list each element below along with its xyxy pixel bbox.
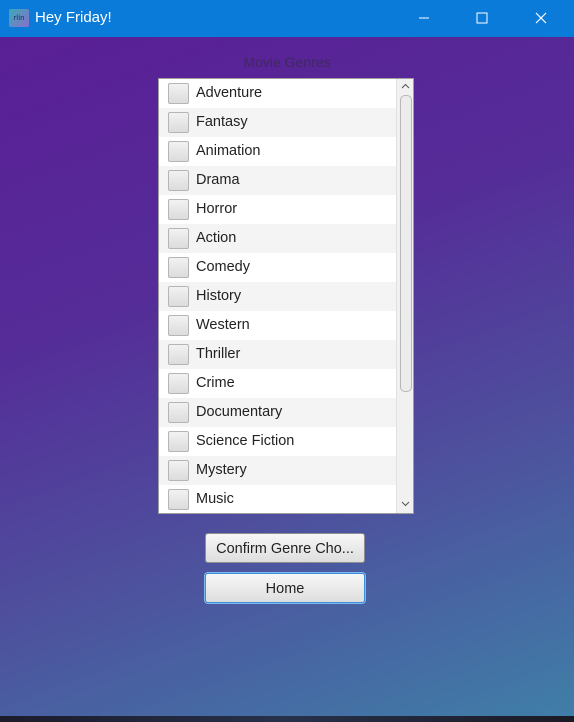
minimize-icon: [419, 17, 429, 19]
genre-row[interactable]: Animation: [159, 137, 396, 166]
genre-label: Fantasy: [196, 114, 248, 130]
window-title: Hey Friday!: [35, 9, 112, 26]
genre-list[interactable]: Adventure Fantasy Animation Drama Horror Acti…: [158, 78, 414, 514]
close-button[interactable]: [512, 0, 570, 37]
genre-row[interactable]: Drama: [159, 166, 396, 195]
genre-label: Drama: [196, 172, 240, 188]
vertical-scrollbar[interactable]: [396, 79, 413, 513]
genre-row[interactable]: Fantasy: [159, 108, 396, 137]
genre-checkbox[interactable]: [168, 402, 189, 423]
genre-label: Western: [196, 317, 250, 333]
genre-checkbox[interactable]: [168, 489, 189, 510]
genre-row[interactable]: History: [159, 282, 396, 311]
genre-row[interactable]: Mystery: [159, 456, 396, 485]
maximize-button[interactable]: [453, 0, 511, 37]
genre-checkbox[interactable]: [168, 460, 189, 481]
genre-label: History: [196, 288, 242, 304]
genre-row[interactable]: Action: [159, 224, 396, 253]
genre-row[interactable]: Adventure: [159, 79, 396, 108]
genre-checkbox[interactable]: [168, 344, 189, 365]
scroll-up-button[interactable]: [397, 80, 413, 94]
close-icon: [535, 12, 547, 24]
genre-checkbox[interactable]: [168, 141, 189, 162]
genre-checkbox[interactable]: [168, 286, 189, 307]
scroll-down-button[interactable]: [397, 498, 413, 512]
home-button[interactable]: Home: [205, 573, 365, 603]
chevron-down-icon: [401, 501, 410, 507]
genre-row[interactable]: Thriller: [159, 340, 396, 369]
genre-label: Comedy: [196, 259, 250, 275]
genre-checkbox[interactable]: [168, 228, 189, 249]
genre-row[interactable]: Documentary: [159, 398, 396, 427]
genre-row[interactable]: Western: [159, 311, 396, 340]
main-content: Movie Genres Adventure Fantasy Animation Dr…: [0, 37, 574, 722]
maximize-icon: [476, 12, 488, 24]
genre-label: Animation: [196, 143, 261, 159]
chevron-up-icon: [401, 83, 410, 89]
genre-row[interactable]: Music: [159, 485, 396, 513]
genre-checkbox[interactable]: [168, 257, 189, 278]
genre-label: Documentary: [196, 404, 283, 420]
genre-list-rows: Adventure Fantasy Animation Drama Horror Acti…: [159, 79, 396, 513]
desktop-edge: [0, 716, 574, 722]
minimize-button[interactable]: [395, 0, 453, 37]
genre-label: Science Fiction: [196, 433, 295, 449]
genre-checkbox[interactable]: [168, 112, 189, 133]
genre-label: Action: [196, 230, 237, 246]
genre-row[interactable]: Comedy: [159, 253, 396, 282]
genres-label: Movie Genres: [243, 54, 331, 70]
genre-label: Crime: [196, 375, 235, 391]
genre-label: Adventure: [196, 85, 263, 101]
genre-label: Music: [196, 491, 234, 507]
genre-row[interactable]: Horror: [159, 195, 396, 224]
app-icon: rlin: [9, 9, 29, 27]
genre-label: Mystery: [196, 462, 247, 478]
genre-row[interactable]: Science Fiction: [159, 427, 396, 456]
genre-checkbox[interactable]: [168, 315, 189, 336]
genre-label: Thriller: [196, 346, 241, 362]
genre-checkbox[interactable]: [168, 373, 189, 394]
genre-row[interactable]: Crime: [159, 369, 396, 398]
genre-checkbox[interactable]: [168, 83, 189, 104]
confirm-genre-button[interactable]: Confirm Genre Cho...: [205, 533, 365, 563]
genre-checkbox[interactable]: [168, 431, 189, 452]
genre-label: Horror: [196, 201, 238, 217]
scroll-thumb[interactable]: [400, 95, 412, 392]
title-bar: rlin Hey Friday!: [0, 0, 574, 37]
genre-checkbox[interactable]: [168, 199, 189, 220]
genre-checkbox[interactable]: [168, 170, 189, 191]
